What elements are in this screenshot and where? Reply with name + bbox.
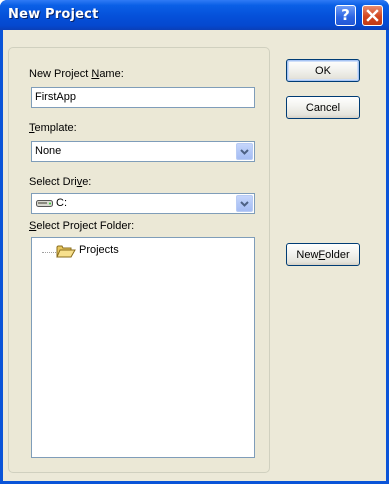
close-icon [366,9,379,22]
template-select[interactable]: None [31,141,255,162]
folder-tree[interactable]: Projects [31,237,255,458]
drive-select[interactable]: C: [31,193,255,214]
cancel-button[interactable]: Cancel [286,96,360,119]
folder-open-icon [56,245,76,258]
dialog-client-area: New Project Name: FirstApp Template: Non… [3,30,386,481]
chevron-down-icon [240,200,249,207]
window-title: New Project [8,7,99,22]
project-name-value: FirstApp [35,91,76,103]
template-label: Template: [29,122,77,134]
close-button[interactable] [362,5,383,26]
template-value: None [35,145,62,157]
help-icon: ? [341,6,350,24]
drive-dropdown-button[interactable] [236,195,253,212]
tree-item-projects[interactable]: Projects [79,244,119,256]
drive-label: Select Drive: [29,176,92,188]
drive-value: C: [56,197,67,209]
ok-button[interactable]: OK [286,59,360,82]
folder-label: Select Project Folder: [29,220,135,232]
new-folder-button[interactable]: New Folder [286,243,360,266]
title-bar[interactable]: New Project ? [0,0,389,30]
template-dropdown-button[interactable] [236,143,253,160]
tree-connector-line [42,252,56,253]
help-button[interactable]: ? [335,5,356,26]
chevron-down-icon [240,148,249,155]
project-name-input[interactable]: FirstApp [31,87,255,108]
project-name-label: New Project Name: [29,68,124,80]
dialog-window: New Project ? New Project Name: FirstApp… [0,0,389,484]
drive-icon [36,200,53,207]
